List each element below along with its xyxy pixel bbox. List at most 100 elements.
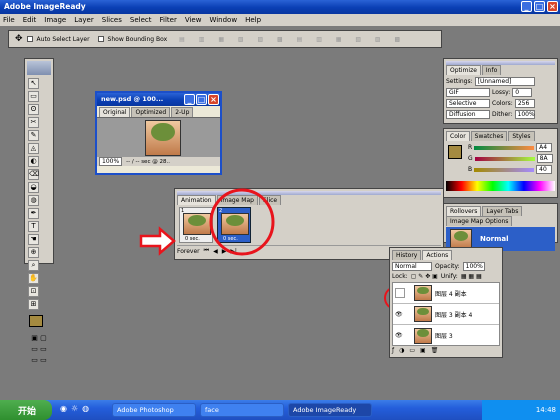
format-select[interactable]: GIF xyxy=(446,88,490,97)
colors-field[interactable]: 256 xyxy=(514,99,535,108)
tool-4[interactable]: ✎ xyxy=(28,130,39,141)
tab-history[interactable]: History xyxy=(392,250,422,260)
first-frame-icon[interactable]: ⏮ xyxy=(204,247,209,255)
g-slider[interactable] xyxy=(474,156,535,161)
tab-animation[interactable]: Animation xyxy=(177,195,216,205)
layer-row[interactable]: 👁 图层 3 xyxy=(393,325,499,346)
tab-rollovers[interactable]: Rollovers xyxy=(446,206,482,216)
visibility-eye-icon[interactable]: 👁 xyxy=(395,332,405,339)
menu-image[interactable]: Image xyxy=(44,16,66,24)
tab-swatches[interactable]: Swatches xyxy=(470,131,508,141)
opacity-field[interactable]: 100% xyxy=(462,262,485,271)
menu-layer[interactable]: Layer xyxy=(74,16,94,24)
taskbar-item-face[interactable]: face xyxy=(200,403,284,417)
tool-10[interactable]: ✒ xyxy=(28,208,39,219)
tool-1[interactable]: ▭ xyxy=(28,91,39,102)
next-frame-icon[interactable]: ▶| xyxy=(230,248,237,255)
minimize-button[interactable]: _ xyxy=(521,1,532,12)
menu-view[interactable]: View xyxy=(185,16,202,24)
tool-8[interactable]: ◒ xyxy=(28,182,39,193)
zoom-field[interactable]: 100% xyxy=(99,157,123,166)
bounding-box-checkbox[interactable] xyxy=(97,36,104,42)
menu-file[interactable]: File xyxy=(3,16,15,24)
tool-13[interactable]: ⊕ xyxy=(28,247,39,258)
b-field[interactable]: 40 xyxy=(536,165,553,174)
tool-16[interactable]: ⊡ xyxy=(28,286,39,297)
tab-slice[interactable]: Slice xyxy=(258,195,282,205)
tab-styles[interactable]: Styles xyxy=(508,131,535,141)
menu-edit[interactable]: Edit xyxy=(23,16,37,24)
auto-select-checkbox[interactable] xyxy=(26,36,33,42)
visibility-eye-icon[interactable]: 👁 xyxy=(395,311,405,318)
unify-icons[interactable]: ▦ ▦ ▦ xyxy=(461,273,482,280)
new-set-icon[interactable]: ▭ xyxy=(409,347,415,354)
doc-close-button[interactable]: × xyxy=(208,94,219,105)
menu-window[interactable]: Window xyxy=(209,16,237,24)
tool-3[interactable]: ✂ xyxy=(28,117,39,128)
move-tool-icon[interactable]: ✥ xyxy=(15,34,23,44)
g-field[interactable]: 8A xyxy=(536,154,553,163)
new-layer-icon[interactable]: ▣ xyxy=(420,347,426,354)
settings-select[interactable]: [Unnamed] xyxy=(474,77,535,86)
tool-6[interactable]: ◐ xyxy=(28,156,39,167)
blend-mode-select[interactable]: Normal xyxy=(392,262,432,271)
taskbar-item-photoshop[interactable]: Adobe Photoshop xyxy=(112,403,196,417)
menu-filter[interactable]: Filter xyxy=(160,16,177,24)
start-button[interactable]: 开始 xyxy=(0,400,52,420)
tool-15[interactable]: ✋ xyxy=(28,273,39,284)
lock-icons[interactable]: ▢ ✎ ✥ ▣ xyxy=(411,273,438,280)
tool-14[interactable]: ⌕ xyxy=(28,260,39,271)
play-icon[interactable]: ▶ xyxy=(222,248,227,255)
tab-image-map[interactable]: Image Map xyxy=(216,195,258,205)
tab-actions[interactable]: Actions xyxy=(422,250,453,260)
lossy-field[interactable]: 0 xyxy=(512,88,533,97)
tab-color[interactable]: Color xyxy=(446,131,470,141)
tool-11[interactable]: T xyxy=(28,221,39,232)
tool-0[interactable]: ↖ xyxy=(28,78,39,89)
tab-info[interactable]: Info xyxy=(481,65,502,75)
r-slider[interactable] xyxy=(474,145,535,150)
menu-help[interactable]: Help xyxy=(245,16,261,24)
doc-maximize-button[interactable]: □ xyxy=(196,94,207,105)
close-button[interactable]: × xyxy=(547,1,558,12)
taskbar-item-imageready[interactable]: Adobe ImageReady xyxy=(288,403,372,417)
tab-layer-tabs[interactable]: Layer Tabs xyxy=(482,206,523,216)
tab-2up[interactable]: 2-Up xyxy=(171,107,194,117)
tab-image-map-options[interactable]: Image Map Options xyxy=(446,216,513,226)
prev-frame-icon[interactable]: ◀ xyxy=(213,248,218,255)
layer-row[interactable]: 图层 4 副本 xyxy=(393,283,499,304)
maximize-button[interactable]: □ xyxy=(534,1,545,12)
dither-field[interactable]: 100% xyxy=(514,110,535,119)
mask-icon[interactable]: ◑ xyxy=(399,347,404,354)
frame-2-delay[interactable]: 0 sec. xyxy=(223,236,238,242)
color-swatch[interactable] xyxy=(448,145,462,159)
tool-7[interactable]: ⌫ xyxy=(28,169,39,180)
trash-icon[interactable]: 🗑 xyxy=(431,347,439,354)
tool-12[interactable]: ☚ xyxy=(28,234,39,245)
quick-launch-icons[interactable]: ◉☼◍ xyxy=(60,404,93,413)
tool-9[interactable]: ◍ xyxy=(28,195,39,206)
menu-select[interactable]: Select xyxy=(130,16,152,24)
frame-1-delay[interactable]: 0 sec. xyxy=(185,236,200,242)
mode-icons[interactable]: ▣ ▢ ▭ ▭ ▭ ▭ xyxy=(27,333,51,366)
r-field[interactable]: A4 xyxy=(536,143,553,152)
b-slider[interactable] xyxy=(474,167,535,172)
visibility-toggle[interactable] xyxy=(395,288,405,298)
foreground-color-swatch[interactable] xyxy=(29,315,43,327)
tool-17[interactable]: ⊞ xyxy=(28,299,39,310)
layer-style-icon[interactable]: ƒ xyxy=(392,347,394,354)
canvas-image[interactable] xyxy=(145,120,181,156)
animation-frame-2[interactable]: 2 0 sec. xyxy=(217,207,251,243)
menu-slices[interactable]: Slices xyxy=(102,16,122,24)
dither-algo-select[interactable]: Diffusion xyxy=(446,110,490,119)
tool-5[interactable]: ◬ xyxy=(28,143,39,154)
tool-2[interactable]: ʘ xyxy=(28,104,39,115)
loop-select[interactable]: Forever xyxy=(177,248,200,255)
tab-optimized[interactable]: Optimized xyxy=(131,107,171,117)
doc-minimize-button[interactable]: _ xyxy=(184,94,195,105)
tab-optimize[interactable]: Optimize xyxy=(446,65,481,75)
animation-frame-1[interactable]: 1 0 sec. xyxy=(179,207,213,243)
reduction-select[interactable]: Selective xyxy=(446,99,490,108)
spectrum-bar[interactable] xyxy=(446,181,555,191)
layer-row[interactable]: 👁 图层 3 副本 4 xyxy=(393,304,499,325)
